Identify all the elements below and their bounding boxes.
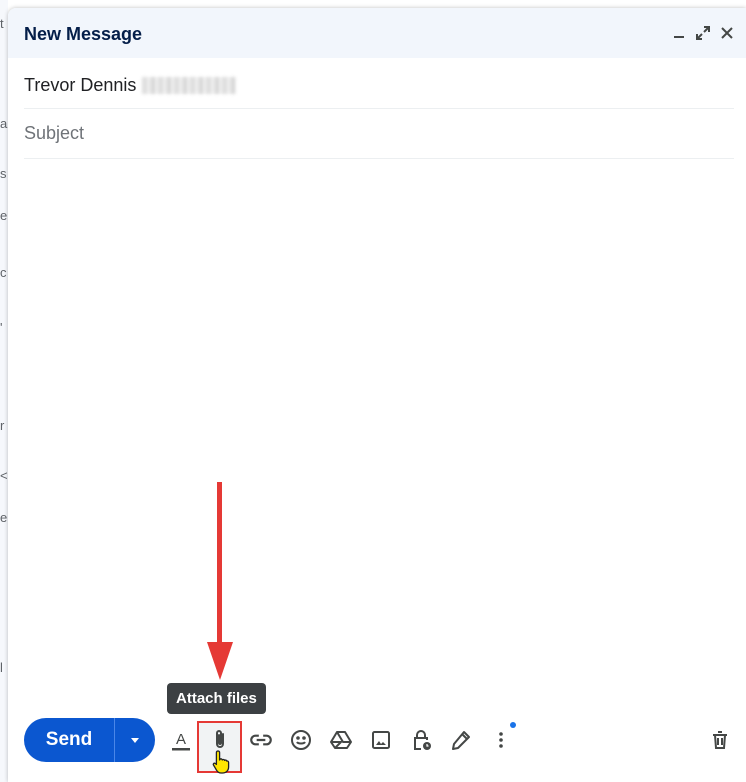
emoji-icon[interactable]: [285, 724, 317, 756]
background-text: t: [0, 16, 4, 31]
link-icon[interactable]: [245, 724, 277, 756]
drive-icon[interactable]: [325, 724, 357, 756]
format-text-icon[interactable]: A: [165, 724, 197, 756]
background-text: e: [0, 208, 8, 223]
background-text: c: [0, 265, 7, 280]
compose-header[interactable]: New Message: [8, 8, 746, 58]
send-button-group: Send: [24, 718, 155, 762]
compose-title: New Message: [24, 24, 143, 44]
svg-text:A: A: [176, 731, 186, 748]
hand-cursor-icon: [212, 750, 230, 774]
minimize-icon[interactable]: [668, 22, 690, 44]
trash-icon[interactable]: [704, 724, 736, 756]
recipient-email-redacted: [142, 77, 236, 94]
send-options-button[interactable]: [115, 718, 155, 762]
background-text: <: [0, 468, 8, 483]
background-text: l: [0, 660, 3, 675]
more-vert-icon[interactable]: [485, 724, 517, 756]
annotation-arrow: [207, 482, 233, 680]
compose-window: New Message Trevor Dennis Attach files S…: [8, 8, 746, 782]
background-text: a: [0, 116, 8, 131]
background-text: ': [0, 320, 3, 335]
background-text: e: [0, 510, 8, 525]
pen-icon[interactable]: [445, 724, 477, 756]
close-icon[interactable]: [716, 22, 738, 44]
background-text: r: [0, 418, 5, 433]
image-icon[interactable]: [365, 724, 397, 756]
notification-dot: [510, 722, 516, 728]
background-text: s: [0, 166, 7, 181]
message-body[interactable]: [24, 160, 734, 700]
send-button[interactable]: Send: [24, 718, 114, 762]
recipient-chip[interactable]: Trevor Dennis: [24, 75, 136, 96]
lock-clock-icon[interactable]: [405, 724, 437, 756]
caret-down-icon: [131, 738, 139, 743]
attach-files-tooltip: Attach files: [167, 683, 266, 714]
subject-input[interactable]: [24, 108, 734, 159]
recipients-field[interactable]: Trevor Dennis: [24, 58, 734, 109]
expand-icon[interactable]: [692, 22, 714, 44]
